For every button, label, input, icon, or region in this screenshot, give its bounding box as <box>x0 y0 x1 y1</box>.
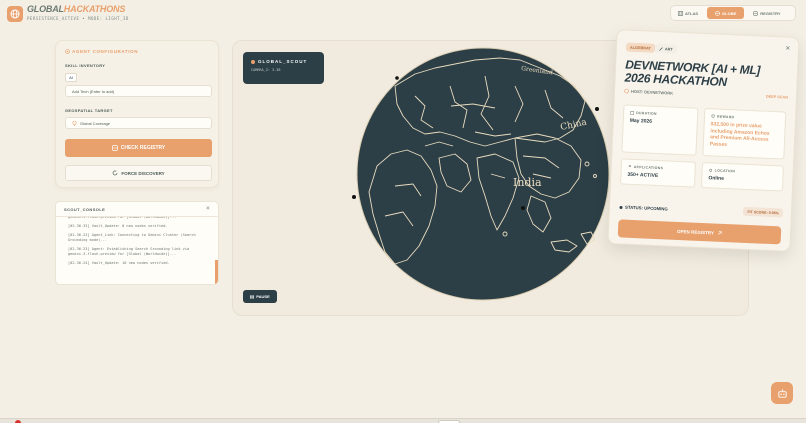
refresh-icon <box>113 170 118 176</box>
app-subtitle: PERSISTENCE_ACTIVE • MODE: LIGHT_3D <box>27 16 129 21</box>
hackathon-marker[interactable] <box>521 206 525 210</box>
force-discovery-button[interactable]: FORCE DISCOVERY <box>65 165 212 181</box>
scout-title: GLOBAL_SCOUT <box>258 59 308 64</box>
pause-icon <box>250 294 254 299</box>
map-icon <box>678 10 683 16</box>
location-value: Online <box>708 175 725 182</box>
close-icon[interactable]: × <box>785 43 790 52</box>
skill-chip-ai[interactable]: AI <box>65 73 77 82</box>
applications-stat: APPLICATIONS 350+ ACTIVE <box>620 158 697 188</box>
taskbar <box>0 418 806 423</box>
robot-icon <box>777 388 787 398</box>
host-icon <box>624 88 629 94</box>
app-title: GLOBALHACKATHONS <box>27 4 126 14</box>
console-close-button[interactable]: × <box>206 206 210 212</box>
nav-globe-button[interactable]: GLOBE <box>707 7 745 19</box>
tech-input-placeholder: Add Tech (Enter to add) <box>72 88 115 94</box>
console-line: [02.36.33] Vault_Update: 0 new nodes ver… <box>68 224 168 228</box>
console-line: [02.36.23] Agent_Link: Connecting to Gem… <box>68 233 196 242</box>
camera-readout: CAMERA_Z: 3.38 <box>251 68 281 72</box>
external-link-icon <box>717 230 722 235</box>
reward-value: $32,500 in prize value including Amazon … <box>709 121 770 148</box>
logo-globe-icon <box>7 6 23 22</box>
console-line: [02.36.24] Vault_Update: 10 new nodes ve… <box>68 261 170 265</box>
trophy-icon <box>711 114 715 118</box>
scout-console: gemini-3-flash-preview for [Global (Worl… <box>55 201 219 285</box>
location-pin-icon <box>709 168 713 173</box>
location-pin-icon <box>72 120 77 126</box>
view-switcher: ATLAS GLOBE REGISTRY <box>670 5 796 21</box>
global-scout-card: GLOBAL_SCOUT CAMERA_Z: 3.38 <box>243 52 324 84</box>
panel-title: AGENT CONFIGURATION <box>65 49 138 54</box>
geospatial-target-value: Global Coverage <box>80 120 111 126</box>
pause-button[interactable]: PAUSE <box>243 290 277 303</box>
location-stat: LOCATION Online <box>700 161 784 192</box>
tag-secondary: ART <box>654 43 677 54</box>
settings-icon <box>65 49 70 54</box>
hackathon-marker[interactable] <box>395 76 399 80</box>
tag-primary: ALGEBRAT <box>625 42 655 53</box>
calendar-icon <box>630 111 635 115</box>
hackathon-detail-card: × ALGEBRAT ART DEVNETWORK [AI + ML] 2026… <box>607 29 800 252</box>
hackathon-title: DEVNETWORK [AI + ML] 2026 HACKATHON <box>624 57 761 89</box>
hackathon-marker[interactable] <box>595 107 599 111</box>
tech-input[interactable]: Add Tech (Enter to add) <box>65 85 212 97</box>
geospatial-target-input[interactable]: Global Coverage <box>65 117 212 129</box>
nav-atlas-button[interactable]: ATLAS <box>673 7 703 19</box>
status-indicator: STATUS: UPCOMING <box>619 204 668 212</box>
agent-configuration-panel: AGENT CONFIGURATION SKILL INVENTORY AI A… <box>55 40 219 188</box>
nav-registry-button[interactable]: REGISTRY <box>748 7 785 19</box>
status-dot <box>251 59 255 64</box>
users-icon <box>628 165 631 168</box>
applications-value: 350+ ACTIVE <box>627 171 659 180</box>
open-registry-button[interactable]: OPEN REGISTRY <box>617 219 782 245</box>
globe-label: India <box>513 176 542 189</box>
hackathon-host: HOST: DEVNETWORK <box>624 88 673 96</box>
console-log[interactable]: gemini-3-flash-preview for [Global (Worl… <box>56 215 218 270</box>
reward-stat: REWARD $32,500 in prize value including … <box>702 108 787 160</box>
database-icon <box>753 10 758 16</box>
console-scrollbar[interactable] <box>215 260 218 284</box>
skill-inventory-label: SKILL INVENTORY <box>65 63 106 68</box>
globe[interactable]: Greenland China India <box>355 46 611 302</box>
console-line: [02.36.23] Agent: Establishing Search Gr… <box>68 247 190 256</box>
status-icon <box>619 205 623 209</box>
brush-icon <box>659 46 663 51</box>
assistant-bot-button[interactable] <box>771 382 793 404</box>
check-registry-button[interactable]: CHECK REGISTRY <box>65 139 212 157</box>
console-title: SCOUT_CONSOLE <box>64 206 106 212</box>
geospatial-target-label: GEOSPATIAL TARGET <box>65 108 113 113</box>
database-icon <box>111 145 118 151</box>
fit-score-badge: FIT SCORE: 0.95% <box>743 206 784 218</box>
hackathon-marker[interactable] <box>352 195 356 199</box>
deep-scan-link[interactable]: DEEP SCAN <box>766 95 788 100</box>
duration-stat: DURATION May 2026 <box>621 104 699 156</box>
globe-icon <box>715 10 720 16</box>
console-header: SCOUT_CONSOLE × <box>56 202 218 217</box>
duration-value: May 2026 <box>629 117 653 125</box>
